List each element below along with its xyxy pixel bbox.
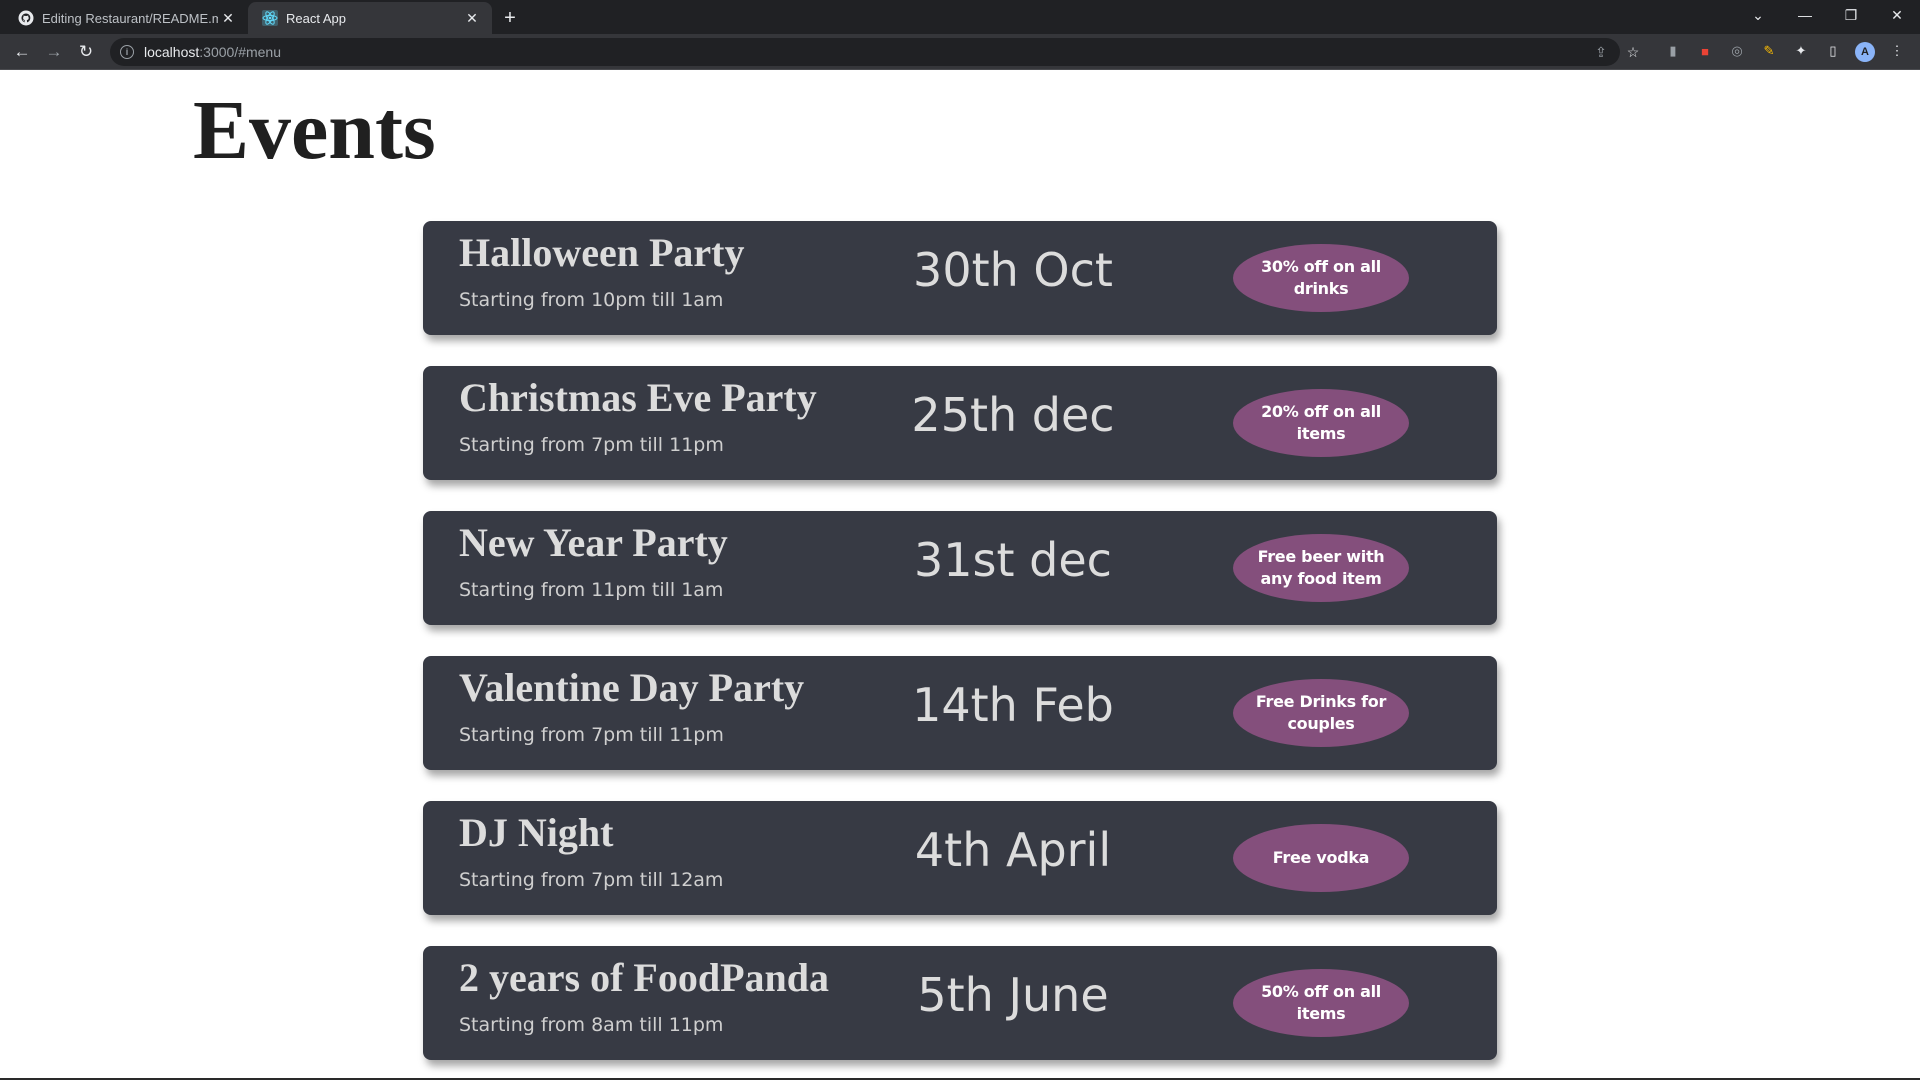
new-tab-button[interactable]: + [498,6,522,30]
bookmark-star-icon[interactable]: ☆ [1625,44,1641,60]
event-name: DJ Night [459,810,614,855]
extension-dropper-icon[interactable]: ▮ [1664,42,1682,60]
page-content: Events Halloween Party Starting from 10p… [0,71,1920,1078]
minimize-button[interactable]: — [1782,0,1828,30]
event-offer-badge: 20% off on all items [1233,389,1409,457]
tab-react-app[interactable]: React App ✕ [248,2,492,34]
reload-icon[interactable]: ↻ [74,40,98,64]
events-list: Halloween Party Starting from 10pm till … [423,221,1497,1080]
share-icon[interactable]: ⇪ [1593,44,1609,60]
browser-toolbar: ← → ↻ i localhost:3000/#menu ⇪ ☆ [0,34,1920,70]
restore-button[interactable]: ❐ [1828,0,1874,30]
event-date: 25th dec [911,388,1115,442]
extension-red-icon[interactable]: ■ [1696,42,1714,60]
extensions-puzzle-icon[interactable]: ✦ [1792,42,1810,60]
side-panel-icon[interactable]: ▯ [1824,42,1842,60]
event-offer-badge: Free vodka [1233,824,1409,892]
event-time: Starting from 7pm till 11pm [459,724,724,746]
forward-arrow-icon[interactable]: → [42,40,66,64]
extension-pen-icon[interactable]: ✎ [1760,42,1778,60]
address-bar[interactable]: i localhost:3000/#menu [110,38,1620,66]
close-tab-icon[interactable]: ✕ [218,8,238,28]
event-time: Starting from 11pm till 1am [459,579,724,601]
tab-title: React App [286,10,346,26]
site-info-icon[interactable]: i [120,45,134,59]
event-date: 14th Feb [912,678,1114,732]
event-card: Christmas Eve Party Starting from 7pm ti… [423,366,1497,480]
event-name: Christmas Eve Party [459,375,817,420]
event-time: Starting from 8am till 11pm [459,1014,724,1036]
back-arrow-icon[interactable]: ← [10,40,34,64]
event-card: New Year Party Starting from 11pm till 1… [423,511,1497,625]
event-date: 4th April [914,823,1112,877]
url-path: :3000/#menu [199,44,281,60]
event-date: 31st dec [914,533,1112,587]
tab-search-chevron-icon[interactable]: ⌄ [1735,0,1781,30]
event-name: Valentine Day Party [459,665,805,710]
event-offer-badge: Free beer with any food item [1233,534,1409,602]
event-name: New Year Party [459,520,728,565]
event-time: Starting from 7pm till 12am [459,869,724,891]
event-date: 30th Oct [913,243,1113,297]
react-icon [262,10,278,26]
event-time: Starting from 10pm till 1am [459,289,724,311]
event-time: Starting from 7pm till 11pm [459,434,724,456]
event-name: 2 years of FoodPanda [459,955,829,1000]
tab-editing-readme[interactable]: Editing Restaurant/README.md ✕ [4,2,248,34]
event-card: 2 years of FoodPanda Starting from 8am t… [423,946,1497,1060]
browser-tab-bar: Editing Restaurant/README.md ✕ React App… [0,0,1920,34]
event-offer-badge: 50% off on all items [1233,969,1409,1037]
close-tab-icon[interactable]: ✕ [462,8,482,28]
event-name: Halloween Party [459,230,745,275]
url-host: localhost [144,44,200,60]
close-window-button[interactable]: ✕ [1874,0,1920,30]
page-title: Events [193,84,436,177]
tab-title: Editing Restaurant/README.md [42,10,218,26]
event-offer-badge: 30% off on all drinks [1233,244,1409,312]
event-offer-badge: Free Drinks for couples [1233,679,1409,747]
event-card: DJ Night Starting from 7pm till 12am 4th… [423,801,1497,915]
github-icon [18,10,34,26]
event-date: 5th June [917,968,1109,1022]
event-card: Valentine Day Party Starting from 7pm ti… [423,656,1497,770]
browser-menu-icon[interactable]: ⋮ [1888,42,1906,60]
event-card: Halloween Party Starting from 10pm till … [423,221,1497,335]
extension-compass-icon[interactable]: ◎ [1728,42,1746,60]
profile-avatar[interactable]: A [1855,42,1875,62]
